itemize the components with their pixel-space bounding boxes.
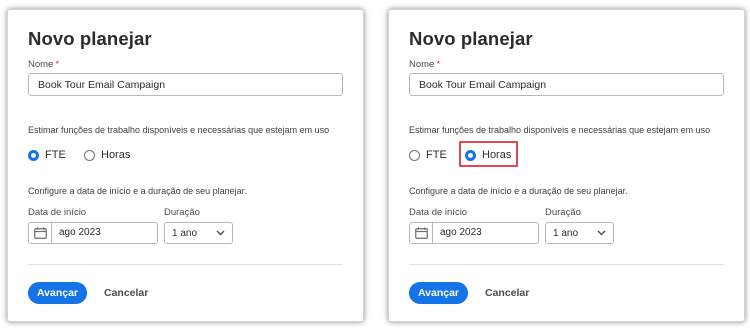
- required-mark: *: [55, 59, 60, 70]
- calendar-button[interactable]: [29, 223, 52, 243]
- configure-description: Configure a data de início e a duração d…: [409, 186, 628, 196]
- configure-description: Configure a data de início e a duração d…: [28, 186, 247, 196]
- duration-value: 1 ano: [172, 227, 198, 239]
- radio-hours[interactable]: Horas: [465, 149, 511, 161]
- required-mark: *: [436, 59, 441, 70]
- start-date-label: Data de início: [28, 207, 87, 218]
- cancel-button[interactable]: Cancelar: [485, 282, 529, 304]
- dialog-title: Novo planejar: [409, 28, 533, 49]
- radio-hours-selected-icon[interactable]: [465, 149, 476, 161]
- calendar-button[interactable]: [410, 223, 433, 243]
- radio-hours-label: Horas: [482, 149, 512, 161]
- radio-fte-label: FTE: [45, 149, 66, 161]
- radio-fte-label: FTE: [426, 149, 447, 161]
- start-date-picker[interactable]: ago 2023: [409, 222, 539, 244]
- next-button[interactable]: Avançar: [28, 282, 87, 304]
- duration-select[interactable]: 1 ano: [164, 222, 233, 244]
- radio-fte-unselected-icon[interactable]: [409, 149, 420, 161]
- name-label: Nome *: [409, 59, 440, 70]
- estimate-description: Estimar funções de trabalho disponíveis …: [409, 125, 711, 135]
- radio-fte-selected-icon[interactable]: [28, 149, 39, 161]
- calendar-icon: [33, 227, 47, 239]
- estimate-description: Estimar funções de trabalho disponíveis …: [28, 125, 330, 135]
- duration-value: 1 ano: [553, 227, 579, 239]
- radio-hours-label: Horas: [101, 149, 131, 161]
- divider: [409, 264, 724, 265]
- new-plan-dialog-hours: Novo planejar Nome * Book Tour Email Camp…: [388, 9, 745, 322]
- start-date-label: Data de início: [409, 207, 468, 218]
- chevron-down-icon: [597, 230, 606, 236]
- new-plan-dialog-fte: Novo planejar Nome * Book Tour Email Camp…: [7, 9, 364, 322]
- chevron-down-icon: [216, 230, 225, 236]
- name-input[interactable]: Book Tour Email Campaign: [28, 73, 343, 96]
- radio-fte[interactable]: FTE: [28, 149, 66, 161]
- name-label-text: Nome: [28, 59, 54, 70]
- duration-select[interactable]: 1 ano: [545, 222, 614, 244]
- radio-fte[interactable]: FTE: [409, 149, 447, 161]
- start-date-value[interactable]: ago 2023: [433, 223, 482, 243]
- divider: [28, 264, 343, 265]
- calendar-icon: [414, 227, 428, 239]
- dialog-title: Novo planejar: [28, 28, 152, 49]
- radio-hours[interactable]: Horas: [84, 149, 130, 161]
- radio-hours-unselected-icon[interactable]: [84, 149, 95, 161]
- cancel-button[interactable]: Cancelar: [104, 282, 148, 304]
- name-input[interactable]: Book Tour Email Campaign: [409, 73, 724, 96]
- start-date-value[interactable]: ago 2023: [52, 223, 101, 243]
- start-date-picker[interactable]: ago 2023: [28, 222, 158, 244]
- next-button[interactable]: Avançar: [409, 282, 468, 304]
- name-label-text: Nome: [409, 59, 435, 70]
- duration-label: Duração: [545, 207, 581, 218]
- name-label: Nome *: [28, 59, 59, 70]
- duration-label: Duração: [164, 207, 200, 218]
